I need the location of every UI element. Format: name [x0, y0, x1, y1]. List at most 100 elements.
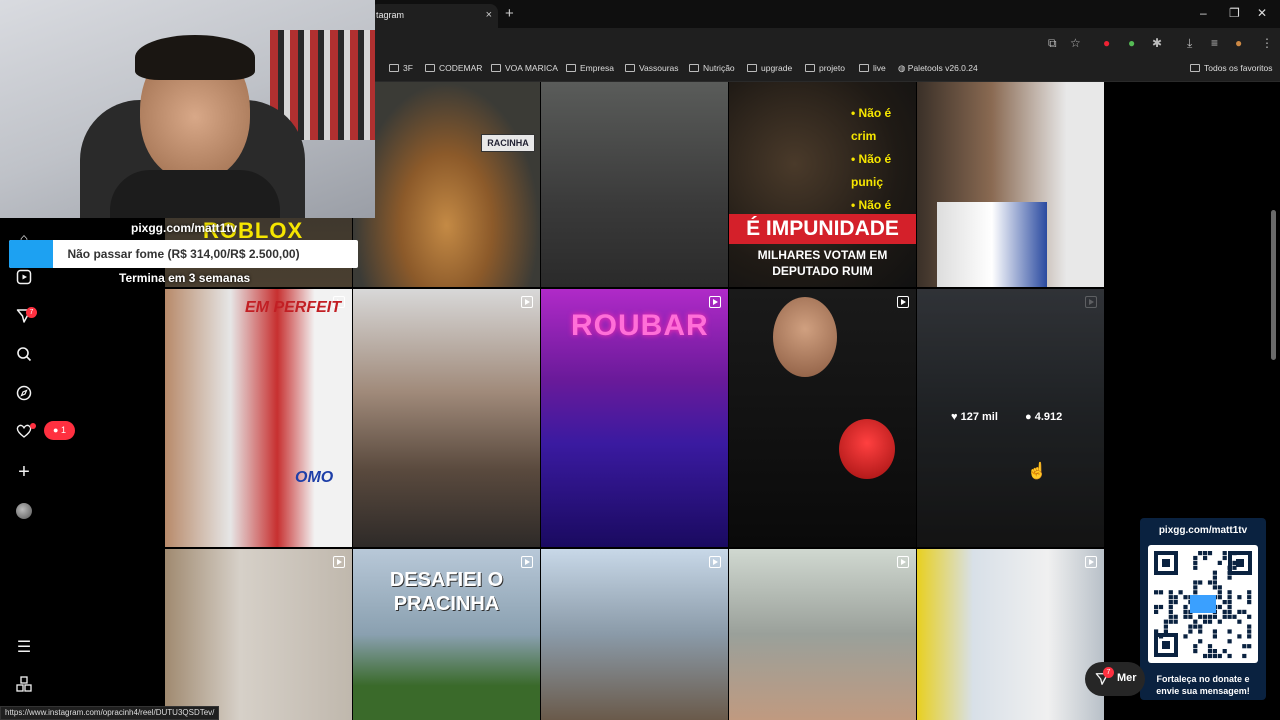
globe-icon: ◍	[898, 63, 908, 73]
donation-goal-bar: Não passar fome (R$ 314,00/R$ 2.500,00)	[9, 240, 358, 268]
qr-code-image	[1154, 551, 1252, 659]
folder-icon	[805, 64, 815, 72]
red-hair	[839, 419, 895, 479]
post-tile[interactable]	[917, 549, 1104, 720]
bookmark-live[interactable]: live	[859, 63, 886, 73]
search-icon[interactable]	[14, 346, 34, 366]
folder-icon	[625, 64, 635, 72]
tile-headline: É IMPUNIDADE	[729, 214, 916, 244]
install-app-icon[interactable]: ⧉	[1048, 36, 1057, 51]
post-tile[interactable]	[541, 549, 728, 720]
goal-label: Não passar fome (R$ 314,00/R$ 2.500,00)	[67, 247, 300, 261]
streamer-hair	[135, 35, 255, 80]
create-icon[interactable]: +	[14, 462, 34, 482]
post-tile-hovered[interactable]: ♥ 127 mil ● 4.912 ☝	[917, 289, 1104, 547]
post-tile[interactable]	[165, 549, 352, 720]
license-plate: RACINHA	[481, 134, 535, 152]
comment-icon: ●	[53, 425, 61, 435]
download-icon[interactable]: ⤓	[1187, 36, 1192, 51]
post-tile[interactable]: DESAFIEI O PRACINHA	[353, 549, 540, 720]
menu-icon[interactable]: ☰	[14, 638, 34, 658]
post-tile[interactable]: EM PERFEIT OMO	[165, 289, 352, 547]
profile-icon[interactable]: ●	[1235, 36, 1242, 50]
likes-count: ♥ 127 mil	[951, 411, 998, 423]
messages-badge: 7	[1103, 667, 1114, 678]
reel-icon	[333, 556, 345, 568]
comment-icon: ●	[1025, 411, 1035, 423]
post-tile[interactable]	[917, 82, 1104, 287]
cursor-icon: ☝	[1027, 463, 1047, 480]
folder-icon	[747, 64, 757, 72]
streamer-shirt	[110, 170, 280, 218]
tile-caption: OMO	[295, 469, 334, 486]
reels-icon[interactable]	[14, 269, 34, 289]
bookmark-upgrade[interactable]: upgrade	[747, 63, 792, 73]
reel-icon	[1085, 556, 1097, 568]
reel-icon	[897, 556, 909, 568]
bookmark-nutricao[interactable]: Nutrição	[689, 63, 735, 73]
person-head	[773, 297, 837, 377]
all-bookmarks[interactable]: Todos os favoritos	[1190, 63, 1273, 73]
folder-icon	[566, 64, 576, 72]
profile-avatar[interactable]	[16, 503, 32, 519]
messages-pill[interactable]: 7 Mer	[1085, 662, 1145, 696]
browser-tab-instagram[interactable]: tagram ×	[370, 4, 498, 28]
folder-icon	[1190, 64, 1200, 72]
bookmark-paletools[interactable]: ◍ Paletools v26.0.24	[898, 63, 978, 74]
notification-dot	[30, 423, 36, 429]
bookmark-empresa[interactable]: Empresa	[566, 63, 614, 73]
new-tab-icon[interactable]: +	[505, 5, 514, 22]
folder-icon	[689, 64, 699, 72]
status-url: https://www.instagram.com/opracinh4/reel…	[0, 706, 220, 720]
folder-icon	[859, 64, 869, 72]
tile-caption: PRACINHA	[393, 593, 500, 615]
explore-icon[interactable]	[14, 385, 34, 405]
post-tile[interactable]: • Não é crim • Não é puniç • Não é justi…	[729, 82, 916, 287]
page-scrollbar[interactable]	[1271, 210, 1276, 360]
tab-close-icon[interactable]: ×	[486, 4, 492, 26]
bookmark-3f[interactable]: 3F	[389, 63, 413, 73]
bookmark-star-icon[interactable]: ☆	[1070, 36, 1081, 50]
bookmark-codemar[interactable]: CODEMAR	[425, 63, 482, 73]
qr-code	[1148, 545, 1258, 663]
post-tile[interactable]	[729, 289, 916, 547]
qr-footer: Fortaleça no donate e envie sua mensagem…	[1156, 674, 1250, 696]
messages-label: Mer	[1117, 672, 1137, 684]
screen: tagram × + – ❐ ✕ ⧉ ☆ ● ● ✱ ⤓ ≡ ● ⋮ 3F CO…	[0, 0, 1280, 720]
tile-subline: MILHARES VOTAM EM	[757, 248, 888, 262]
minimize-icon[interactable]: –	[1200, 6, 1207, 20]
bookmark-voa-marica[interactable]: VOA MARICA	[491, 63, 558, 73]
tile-neon-text: ROUBAR	[571, 309, 709, 342]
close-window-icon[interactable]: ✕	[1257, 6, 1267, 20]
qr-title: pixgg.com/matt1tv	[1158, 525, 1248, 536]
media-icon[interactable]: ≡	[1211, 36, 1218, 50]
browser-menu-icon[interactable]: ⋮	[1261, 36, 1273, 50]
comments-count: ● 4.912	[1025, 411, 1063, 423]
reel-icon	[709, 296, 721, 308]
bookmark-projeto[interactable]: projeto	[805, 63, 845, 73]
folder-icon	[389, 64, 399, 72]
bookmark-vassouras[interactable]: Vassouras	[625, 63, 679, 73]
restore-icon[interactable]: ❐	[1229, 6, 1240, 20]
goal-remaining: Termina em 3 semanas	[119, 271, 251, 285]
goal-link: pixgg.com/matt1tv	[131, 221, 238, 235]
post-tile[interactable]	[729, 549, 916, 720]
tile-caption: EM PERFEIT	[245, 299, 342, 316]
tile-vest	[937, 202, 1047, 287]
messages-badge: 7	[26, 307, 37, 318]
qr-donation-widget: pixgg.com/matt1tv Fortaleça no donate e …	[1140, 518, 1266, 700]
tab-title: tagram	[376, 10, 405, 20]
extension-green-icon[interactable]: ●	[1128, 36, 1135, 50]
hover-overlay	[917, 289, 1104, 547]
reel-icon	[521, 556, 533, 568]
post-tile[interactable]	[541, 82, 728, 287]
more-apps-icon[interactable]	[14, 676, 34, 696]
post-tile[interactable]: RACINHA	[353, 82, 540, 287]
tile-subline: DEPUTADO RUIM	[772, 264, 873, 278]
post-tile[interactable]: ROUBAR	[541, 289, 728, 547]
notifications-count-pill[interactable]: ● 1	[44, 421, 75, 440]
extension-red-icon[interactable]: ●	[1103, 36, 1110, 50]
webcam-feed	[0, 0, 375, 218]
post-tile[interactable]	[353, 289, 540, 547]
extensions-icon[interactable]: ✱	[1152, 36, 1162, 50]
